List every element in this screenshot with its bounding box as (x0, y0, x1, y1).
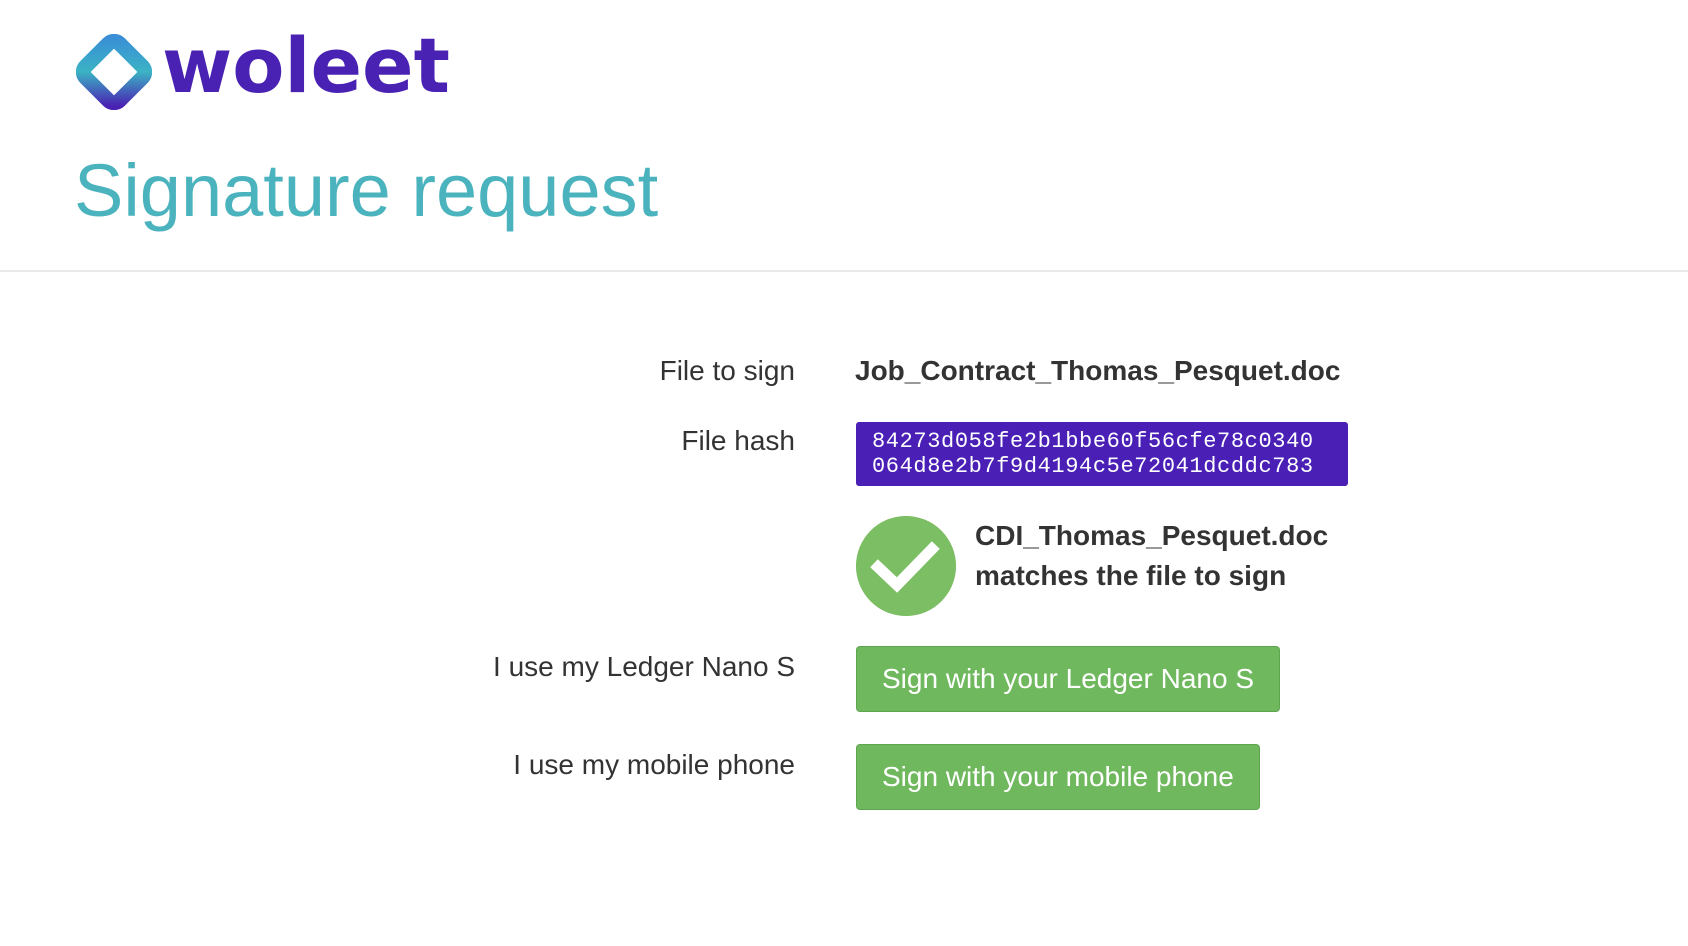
signature-request-page: woleet Signature request File to sign Jo… (0, 0, 1688, 946)
sign-with-ledger-button[interactable]: Sign with your Ledger Nano S (856, 646, 1280, 712)
brand-name: woleet (162, 21, 450, 110)
file-match-status: CDI_Thomas_Pesquet.doc matches the file … (856, 516, 1328, 616)
hash-line-1: 84273d058fe2b1bbe60f56cfe78c0340 (872, 429, 1314, 454)
mobile-label: I use my mobile phone (513, 749, 795, 780)
match-message: CDI_Thomas_Pesquet.doc matches the file … (975, 516, 1328, 596)
file-to-sign-value: Job_Contract_Thomas_Pesquet.doc (855, 355, 1341, 386)
woleet-diamond-icon (76, 34, 152, 110)
match-description: matches the file to sign (975, 560, 1287, 591)
brand-logo: woleet (76, 28, 450, 110)
page-title: Signature request (74, 149, 659, 232)
hash-line-2: 064d8e2b7f9d4194c5e72041dcddc783 (872, 454, 1314, 479)
page-header: woleet Signature request (0, 0, 1688, 272)
matched-file-name: CDI_Thomas_Pesquet.doc (975, 520, 1329, 551)
sign-with-mobile-button[interactable]: Sign with your mobile phone (856, 744, 1260, 810)
check-icon (856, 516, 956, 616)
file-hash-label: File hash (681, 425, 795, 456)
file-hash-value: 84273d058fe2b1bbe60f56cfe78c0340 064d8e2… (856, 422, 1348, 486)
file-to-sign-label: File to sign (659, 355, 795, 386)
ledger-label: I use my Ledger Nano S (493, 651, 795, 682)
